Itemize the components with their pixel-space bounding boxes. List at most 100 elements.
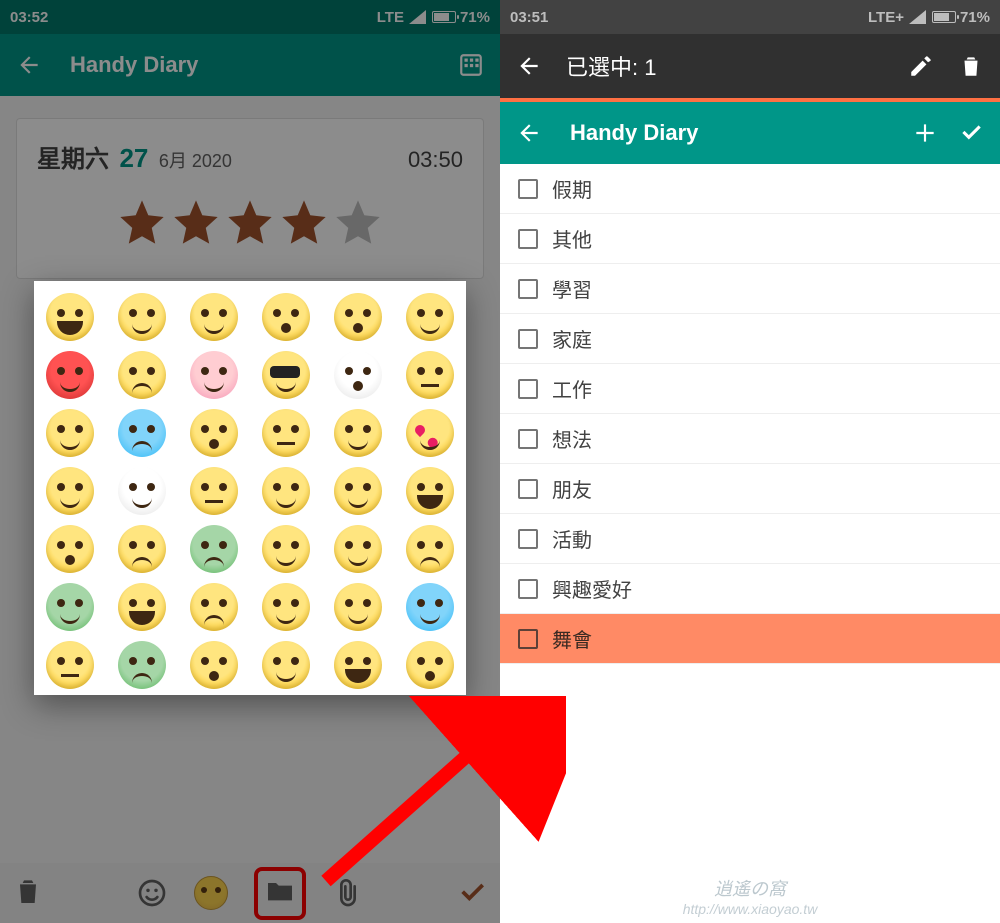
month-year: 6月 2020: [159, 151, 232, 171]
category-row[interactable]: 活動: [500, 514, 1000, 564]
emoji-option[interactable]: [190, 583, 238, 631]
category-label: 朋友: [552, 474, 592, 503]
emoji-option[interactable]: [262, 351, 310, 399]
emoji-option[interactable]: [118, 293, 166, 341]
emoji-option[interactable]: [406, 409, 454, 457]
trash-icon[interactable]: [958, 53, 984, 79]
category-row[interactable]: 家庭: [500, 314, 1000, 364]
emoji-option[interactable]: [118, 525, 166, 573]
emoji-option[interactable]: [334, 467, 382, 515]
emoji-option[interactable]: [190, 467, 238, 515]
edit-icon[interactable]: [908, 53, 934, 79]
emoji-option[interactable]: [190, 351, 238, 399]
emoji-option[interactable]: [118, 583, 166, 631]
network-indicator: LTE+: [868, 9, 926, 26]
selection-toolbar: 已選中: 1: [500, 34, 1000, 98]
emoji-picker[interactable]: [34, 281, 466, 695]
battery-indicator: 71%: [932, 9, 990, 26]
emoji-option[interactable]: [190, 293, 238, 341]
emoji-option[interactable]: [118, 467, 166, 515]
trash-icon[interactable]: [12, 875, 44, 907]
entry-card[interactable]: 星期六 27 6月 2020 03:50: [16, 118, 484, 279]
category-row[interactable]: 舞會: [500, 614, 1000, 664]
phone-left: 03:52 LTE 71% Handy Diary 星期六: [0, 0, 500, 923]
back-icon[interactable]: [16, 52, 42, 78]
category-row[interactable]: 朋友: [500, 464, 1000, 514]
emoji-option[interactable]: [334, 525, 382, 573]
category-label: 舞會: [552, 624, 592, 653]
weekday-label: 星期六: [37, 146, 109, 173]
emoji-option[interactable]: [334, 641, 382, 689]
emoji-option[interactable]: [262, 409, 310, 457]
folder-icon[interactable]: [264, 875, 296, 907]
check-icon[interactable]: [958, 120, 984, 146]
emoji-option[interactable]: [262, 641, 310, 689]
checkbox-icon[interactable]: [518, 429, 538, 449]
checkbox-icon[interactable]: [518, 579, 538, 599]
category-label: 假期: [552, 174, 592, 203]
paperclip-icon[interactable]: [332, 877, 364, 909]
emoji-option[interactable]: [262, 467, 310, 515]
checkbox-icon[interactable]: [518, 279, 538, 299]
emoji-option[interactable]: [334, 351, 382, 399]
star-icon[interactable]: [170, 196, 222, 248]
emoji-option[interactable]: [118, 641, 166, 689]
emoji-option[interactable]: [406, 525, 454, 573]
emoji-option[interactable]: [190, 641, 238, 689]
star-icon[interactable]: [278, 196, 330, 248]
emoji-option[interactable]: [118, 351, 166, 399]
category-row[interactable]: 假期: [500, 164, 1000, 214]
emoji-option[interactable]: [262, 525, 310, 573]
highlight-box: [254, 867, 306, 920]
category-row[interactable]: 學習: [500, 264, 1000, 314]
star-icon[interactable]: [116, 196, 168, 248]
check-icon[interactable]: [456, 877, 488, 909]
emoji-option[interactable]: [46, 583, 94, 631]
emoji-option[interactable]: [190, 409, 238, 457]
checkbox-icon[interactable]: [518, 179, 538, 199]
plus-icon[interactable]: [912, 120, 938, 146]
emoji-option[interactable]: [406, 641, 454, 689]
category-row[interactable]: 其他: [500, 214, 1000, 264]
star-rating[interactable]: [37, 196, 463, 248]
status-clock: 03:52: [10, 9, 48, 26]
emoji-option[interactable]: [262, 293, 310, 341]
emoji-option[interactable]: [190, 525, 238, 573]
star-icon[interactable]: [332, 196, 384, 248]
emoji-option[interactable]: [406, 583, 454, 631]
emoji-option[interactable]: [46, 641, 94, 689]
smiley-outline-icon[interactable]: [136, 877, 168, 909]
checkbox-icon[interactable]: [518, 379, 538, 399]
grid-icon[interactable]: [458, 52, 484, 78]
checkbox-icon[interactable]: [518, 529, 538, 549]
emoji-option[interactable]: [46, 467, 94, 515]
category-label: 活動: [552, 524, 592, 553]
category-row[interactable]: 興趣愛好: [500, 564, 1000, 614]
checkbox-icon[interactable]: [518, 329, 538, 349]
category-list[interactable]: 假期其他學習家庭工作想法朋友活動興趣愛好舞會: [500, 164, 1000, 923]
emoji-option[interactable]: [46, 293, 94, 341]
emoji-option[interactable]: [334, 583, 382, 631]
category-label: 其他: [552, 224, 592, 253]
selection-title: 已選中: 1: [566, 50, 908, 82]
emoji-option[interactable]: [46, 525, 94, 573]
category-row[interactable]: 想法: [500, 414, 1000, 464]
emoji-option[interactable]: [406, 351, 454, 399]
emoji-option[interactable]: [118, 409, 166, 457]
checkbox-icon[interactable]: [518, 479, 538, 499]
back-icon[interactable]: [516, 120, 542, 146]
emoji-option[interactable]: [406, 293, 454, 341]
checkbox-icon[interactable]: [518, 229, 538, 249]
category-row[interactable]: 工作: [500, 364, 1000, 414]
checkbox-icon[interactable]: [518, 629, 538, 649]
star-icon[interactable]: [224, 196, 276, 248]
back-icon[interactable]: [516, 53, 542, 79]
emoji-option[interactable]: [406, 467, 454, 515]
smiley-filled-icon[interactable]: [194, 876, 228, 910]
emoji-option[interactable]: [46, 351, 94, 399]
entry-time: 03:50: [408, 147, 463, 173]
emoji-option[interactable]: [262, 583, 310, 631]
emoji-option[interactable]: [334, 409, 382, 457]
emoji-option[interactable]: [46, 409, 94, 457]
emoji-option[interactable]: [334, 293, 382, 341]
